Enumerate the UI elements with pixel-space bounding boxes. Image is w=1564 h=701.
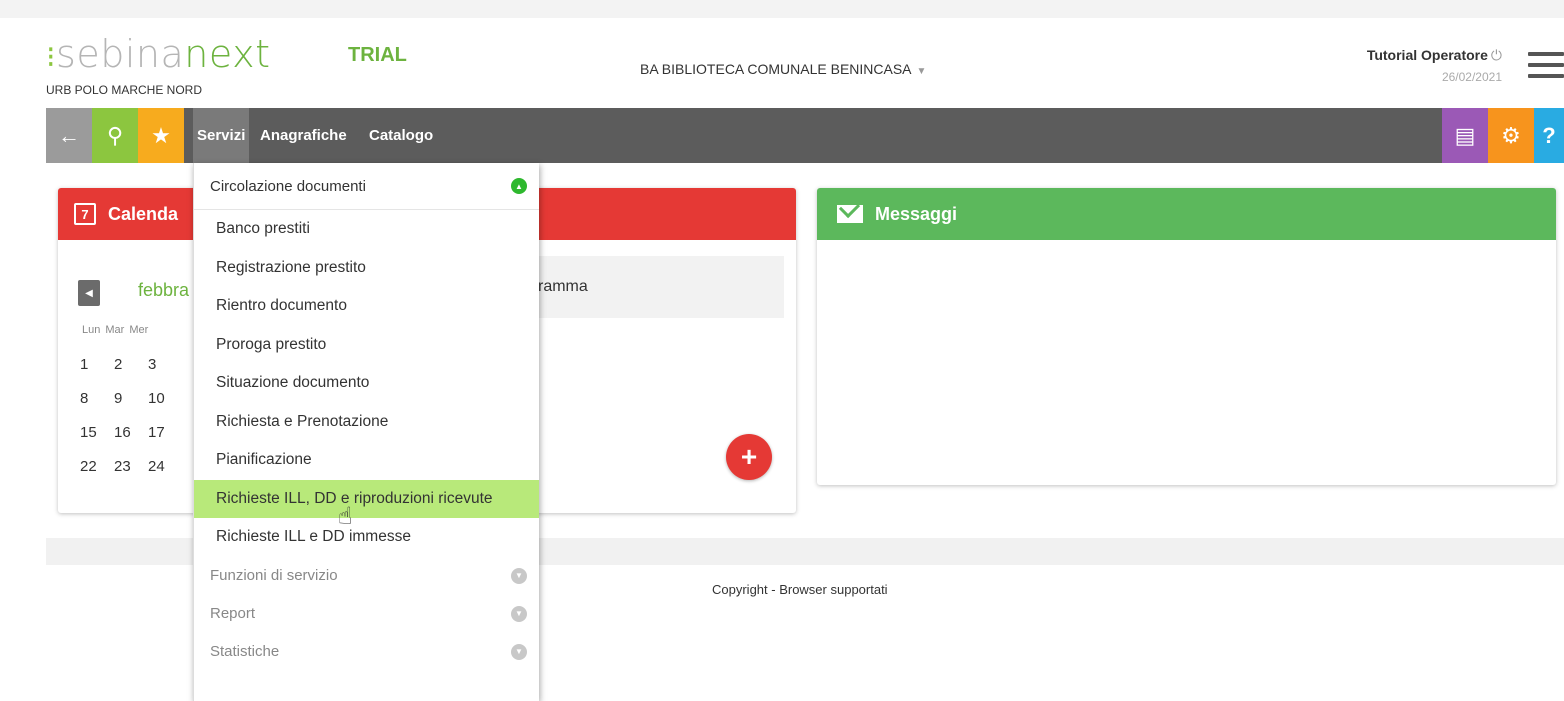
collapse-up-icon[interactable]: ▲ <box>511 178 527 194</box>
section-circolazione-documenti[interactable]: Circolazione documenti ▲ <box>194 163 539 210</box>
calendar-day[interactable]: 17 <box>148 424 182 458</box>
sebinanext-logo[interactable]: ⁝sebinanext <box>46 34 270 78</box>
back-button[interactable]: ← <box>46 108 92 163</box>
logo-dots: ⁝ <box>46 40 57 75</box>
trial-label: TRIAL <box>348 44 407 66</box>
copyright-text[interactable]: Copyright - Browser supportati <box>712 582 888 597</box>
calendar-title: Calenda <box>108 203 179 224</box>
caret-down-icon: ▼ <box>916 66 927 77</box>
section-funzioni-di-servizio[interactable]: Funzioni di servizio ▼ <box>194 557 539 595</box>
menu-item-proroga-prestito[interactable]: Proroga prestito <box>194 326 539 365</box>
calendar-day[interactable]: 16 <box>114 424 148 458</box>
menu-item-richiesta-prenotazione[interactable]: Richiesta e Prenotazione <box>194 403 539 442</box>
add-event-button[interactable]: + <box>726 434 772 480</box>
messages-panel: Messaggi <box>817 188 1556 485</box>
calendar-grid: 123 8 9 10 15 16 17 22 23 24 <box>80 356 182 492</box>
weekday-headers: Lun Mar Mer <box>82 324 153 336</box>
prev-month-button[interactable]: ◀ <box>78 280 100 306</box>
library-selector[interactable]: BA BIBLIOTECA COMUNALE BENINCASA ▼ <box>640 61 926 77</box>
section-label: Statistiche <box>210 643 280 660</box>
gear-icon: ⚙ <box>1501 122 1521 148</box>
calendar-day[interactable]: 8 <box>80 390 114 424</box>
calendar-day[interactable]: 10 <box>148 390 182 424</box>
calendar-month: febbra <box>138 280 190 300</box>
menu-item-richieste-ill-immesse[interactable]: Richieste ILL e DD immesse <box>194 518 539 557</box>
logo-text-sebina: sebina <box>56 32 185 76</box>
help-icon: ? <box>1542 122 1556 148</box>
power-icon[interactable]: ⏻ <box>1491 47 1502 63</box>
envelope-icon <box>837 205 863 223</box>
session-date: 26/02/2021 <box>1441 70 1502 84</box>
calendar-day[interactable]: 9 <box>114 390 148 424</box>
messages-title: Messaggi <box>875 203 958 224</box>
favorites-button[interactable]: ★ <box>138 108 184 163</box>
menu-item-banco-prestiti[interactable]: Banco prestiti <box>194 210 539 249</box>
plus-icon: + <box>740 441 758 472</box>
menu-item-pianificazione[interactable]: Pianificazione <box>194 441 539 480</box>
search-icon: ⚲ <box>106 122 124 148</box>
calendar-day[interactable]: 23 <box>114 458 148 492</box>
expand-down-icon[interactable]: ▼ <box>511 605 527 622</box>
hamburger-menu-icon[interactable] <box>1528 52 1564 84</box>
logo-text-next: next <box>184 32 271 76</box>
expand-down-icon[interactable]: ▼ <box>511 643 527 660</box>
hand-cursor-icon: ☝ <box>338 503 353 530</box>
section-statistiche[interactable]: Statistiche ▼ <box>194 633 539 671</box>
section-label: Funzioni di servizio <box>210 567 338 584</box>
section-report[interactable]: Report ▼ <box>194 595 539 633</box>
section-label: Report <box>210 605 256 622</box>
main-toolbar: ← ⚲ ★ Servizi Anagrafiche Catalogo ▤ ⚙ ? <box>46 108 1564 163</box>
calendar-day[interactable]: 1 <box>80 356 114 390</box>
menu-item-situazione-documento[interactable]: Situazione documento <box>194 364 539 403</box>
chevron-left-icon: ◀ <box>85 287 93 299</box>
menu-catalogo[interactable]: Catalogo <box>365 108 437 163</box>
help-button[interactable]: ? <box>1534 108 1564 163</box>
top-strip <box>0 0 1564 18</box>
menu-item-registrazione-prestito[interactable]: Registrazione prestito <box>194 249 539 288</box>
calendar-day[interactable]: 3 <box>148 356 182 390</box>
weekday-label: Mar <box>105 324 125 336</box>
section-label: Circolazione documenti <box>210 177 366 195</box>
user-name[interactable]: Tutorial Operatore <box>1367 47 1488 63</box>
program-text: ramma <box>538 278 588 295</box>
calendar-week: 22 23 24 <box>80 458 182 492</box>
menu-item-richieste-ill-ricevute[interactable]: Richieste ILL, DD e riproduzioni ricevut… <box>194 479 539 518</box>
weekday-label: Mer <box>129 324 149 336</box>
library-name: BA BIBLIOTECA COMUNALE BENINCASA <box>640 61 912 77</box>
menu-item-rientro-documento[interactable]: Rientro documento <box>194 287 539 326</box>
report-button[interactable]: ▤ <box>1442 108 1488 163</box>
calendar-icon: 7 <box>74 203 96 225</box>
arrow-left-icon: ← <box>58 122 80 148</box>
weekday-label: Lun <box>82 324 101 336</box>
servizi-dropdown-menu: Circolazione documenti ▲ Banco prestiti … <box>193 163 539 701</box>
calendar-day[interactable]: 24 <box>148 458 182 492</box>
menu-servizi[interactable]: Servizi <box>193 108 250 163</box>
user-info: Tutorial Operatore ⏻ 26/02/2021 <box>1367 47 1502 84</box>
document-icon: ▤ <box>1454 122 1476 148</box>
menu-anagrafiche[interactable]: Anagrafiche <box>256 108 351 163</box>
star-icon: ★ <box>151 122 171 148</box>
calendar-week: 15 16 17 <box>80 424 182 458</box>
polo-name: URB POLO MARCHE NORD <box>46 83 203 97</box>
calendar-week: 8 9 10 <box>80 390 182 424</box>
calendar-day[interactable]: 22 <box>80 458 114 492</box>
calendar-day[interactable]: 2 <box>114 356 148 390</box>
calendar-day[interactable]: 15 <box>80 424 114 458</box>
expand-down-icon[interactable]: ▼ <box>511 567 527 584</box>
messages-header: Messaggi <box>817 188 1556 240</box>
search-button[interactable]: ⚲ <box>92 108 138 163</box>
calendar-week: 123 <box>80 356 182 390</box>
settings-button[interactable]: ⚙ <box>1488 108 1534 163</box>
program-bar: ramma <box>518 256 784 318</box>
